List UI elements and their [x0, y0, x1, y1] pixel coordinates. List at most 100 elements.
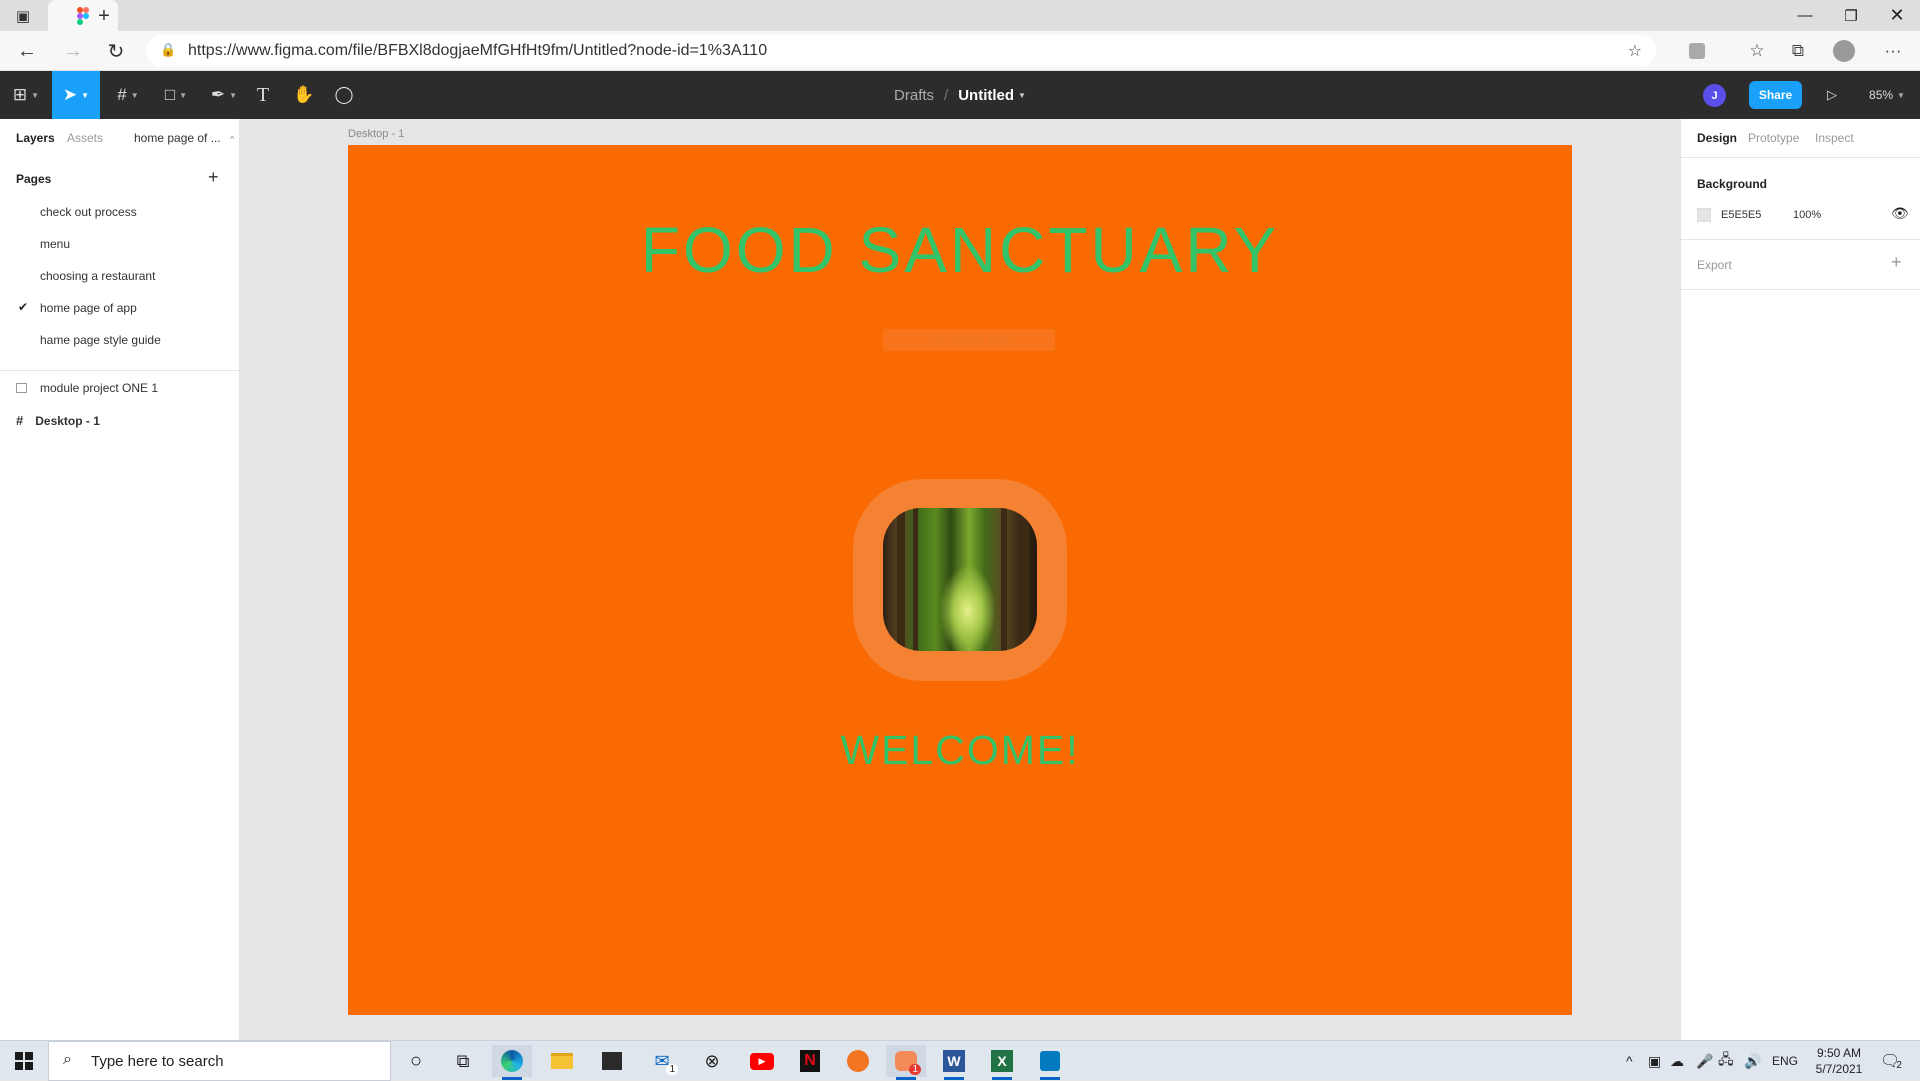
restore-icon[interactable]: ❐: [1828, 0, 1874, 31]
microphone-icon[interactable]: 🎤: [1696, 1041, 1713, 1081]
youtube-icon[interactable]: ▶: [742, 1045, 782, 1077]
page-item[interactable]: check out process: [40, 205, 137, 219]
image-frame[interactable]: [853, 479, 1067, 681]
task-view-icon[interactable]: ⧉: [443, 1045, 483, 1077]
file-explorer-icon[interactable]: [542, 1045, 582, 1077]
tab-prototype[interactable]: Prototype: [1748, 131, 1799, 145]
cortana-icon[interactable]: ○: [396, 1045, 436, 1077]
tab-inspect[interactable]: Inspect: [1815, 131, 1854, 145]
page-item-selected[interactable]: home page of app: [40, 301, 137, 315]
hand-tool-button[interactable]: ✋: [289, 71, 319, 119]
avatar[interactable]: J: [1703, 84, 1726, 107]
profile-icon[interactable]: [1830, 37, 1858, 65]
onedrive-icon[interactable]: ☁: [1670, 1041, 1684, 1081]
refresh-icon[interactable]: ↻: [101, 36, 131, 66]
collections-icon[interactable]: ⧉: [1784, 37, 1812, 65]
notification-count: 2: [1896, 1059, 1902, 1071]
taskbar-search-box[interactable]: ⌕ Type here to search: [48, 1041, 391, 1081]
windows-start-icon[interactable]: [4, 1045, 44, 1077]
properties-panel: Design Prototype Inspect Background E5E5…: [1680, 119, 1920, 1040]
search-icon: ⌕: [63, 1051, 72, 1068]
frame-hash-icon: #: [16, 413, 24, 428]
comment-tool-button[interactable]: ◯: [329, 71, 359, 119]
desktop-frame[interactable]: FOOD SANCTUARY Full-screen Snip WELCOME!: [348, 145, 1572, 1015]
text-tool-button[interactable]: T: [249, 71, 277, 119]
address-bar[interactable]: 🔒 https://www.figma.com/file/BFBXl8dogja…: [146, 35, 1656, 67]
frame-tool-button[interactable]: # ▼: [108, 71, 148, 119]
pen-tool-button[interactable]: ✒ ▼: [204, 71, 244, 119]
divider: [1681, 239, 1920, 240]
xbox-icon[interactable]: ⊗: [692, 1045, 732, 1077]
minimize-icon[interactable]: —: [1782, 0, 1828, 31]
volume-icon[interactable]: 🔊: [1744, 1041, 1761, 1081]
notifications-icon[interactable]: 🗨 2: [1880, 1041, 1902, 1081]
welcome-text[interactable]: WELCOME!: [348, 727, 1572, 774]
divider: [1681, 289, 1920, 290]
page-item[interactable]: choosing a restaurant: [40, 269, 155, 283]
shape-tool-button[interactable]: □ ▼: [156, 71, 196, 119]
add-page-icon[interactable]: +: [208, 167, 219, 188]
headline-text[interactable]: FOOD SANCTUARY: [348, 213, 1572, 287]
tab-actions-icon[interactable]: ▣: [9, 2, 37, 30]
word-icon[interactable]: W: [934, 1045, 974, 1080]
trello-icon[interactable]: [1030, 1045, 1070, 1080]
add-export-icon[interactable]: +: [1891, 252, 1902, 273]
crunchyroll-icon[interactable]: [838, 1045, 878, 1077]
frame-hash-icon: #: [117, 85, 127, 104]
netflix-icon[interactable]: N: [790, 1045, 830, 1077]
rectangle-icon: □: [164, 85, 176, 104]
lock-icon[interactable]: 🔒: [160, 42, 176, 58]
image-icon: [16, 383, 27, 393]
more-menu-icon[interactable]: ···: [1879, 37, 1907, 65]
discord-icon[interactable]: 1: [886, 1045, 926, 1080]
search-placeholder: Type here to search: [91, 1052, 224, 1070]
extension-icon[interactable]: [1683, 37, 1711, 65]
layer-item[interactable]: # Desktop - 1: [16, 413, 100, 428]
chevron-up-icon[interactable]: ^: [1626, 1041, 1633, 1081]
background-swatch[interactable]: [1697, 208, 1711, 222]
store-icon[interactable]: [592, 1045, 632, 1077]
mail-icon[interactable]: ✉ 1: [642, 1045, 682, 1077]
browser-tab-bar: ▣ + — ❐ ✕: [0, 0, 1920, 31]
main-menu-button[interactable]: ⊞ ▼: [6, 71, 46, 119]
favorite-add-icon[interactable]: ☆: [1628, 41, 1642, 61]
page-item[interactable]: hame page style guide: [40, 333, 161, 347]
url-text: https://www.figma.com/file/BFBXl8dogjaeM…: [188, 42, 768, 59]
tab-layers[interactable]: Layers: [16, 131, 55, 145]
meet-now-icon[interactable]: ▣: [1648, 1041, 1661, 1081]
zoom-level: 85%: [1869, 88, 1894, 102]
move-tool-button[interactable]: ➤ ▼: [52, 71, 100, 119]
zoom-menu[interactable]: 85% ▼: [1862, 71, 1912, 119]
file-name[interactable]: Untitled: [958, 87, 1014, 104]
eye-icon[interactable]: 👁: [1891, 205, 1909, 222]
clock[interactable]: 9:50 AM 5/7/2021: [1808, 1041, 1870, 1081]
close-window-icon[interactable]: ✕: [1874, 0, 1920, 31]
figma-logo-icon: [77, 6, 89, 25]
background-label: Background: [1697, 177, 1768, 191]
background-opacity[interactable]: 100%: [1793, 209, 1821, 221]
favorites-icon[interactable]: ☆: [1743, 37, 1771, 65]
divider: [0, 370, 240, 371]
language-indicator[interactable]: ENG: [1772, 1041, 1798, 1081]
edge-browser-icon[interactable]: [492, 1045, 532, 1080]
new-tab-icon[interactable]: +: [90, 2, 118, 30]
excel-icon[interactable]: X: [982, 1045, 1022, 1080]
layer-item[interactable]: module project ONE 1: [16, 381, 158, 395]
back-icon[interactable]: ←: [12, 36, 42, 66]
browser-nav-bar: ← → ↻ 🔒 https://www.figma.com/file/BFBXl…: [0, 31, 1920, 71]
tab-assets[interactable]: Assets: [67, 131, 103, 145]
breadcrumb-drafts[interactable]: Drafts: [894, 87, 934, 104]
forest-image[interactable]: [883, 508, 1037, 651]
present-button[interactable]: ▷: [1817, 71, 1847, 119]
tab-design[interactable]: Design: [1697, 131, 1737, 145]
forward-icon[interactable]: →: [58, 36, 88, 66]
page-item[interactable]: menu: [40, 237, 70, 251]
network-icon[interactable]: 🖧: [1718, 1041, 1734, 1081]
chevron-down-icon[interactable]: ▼: [1018, 91, 1026, 100]
background-hex[interactable]: E5E5E5: [1721, 209, 1761, 221]
comment-icon: ◯: [334, 85, 354, 104]
page-switcher[interactable]: home page of ... ^: [134, 131, 234, 145]
canvas[interactable]: Desktop - 1 FOOD SANCTUARY Full-screen S…: [240, 119, 1896, 1040]
share-button[interactable]: Share: [1749, 81, 1802, 109]
frame-label[interactable]: Desktop - 1: [348, 128, 404, 140]
